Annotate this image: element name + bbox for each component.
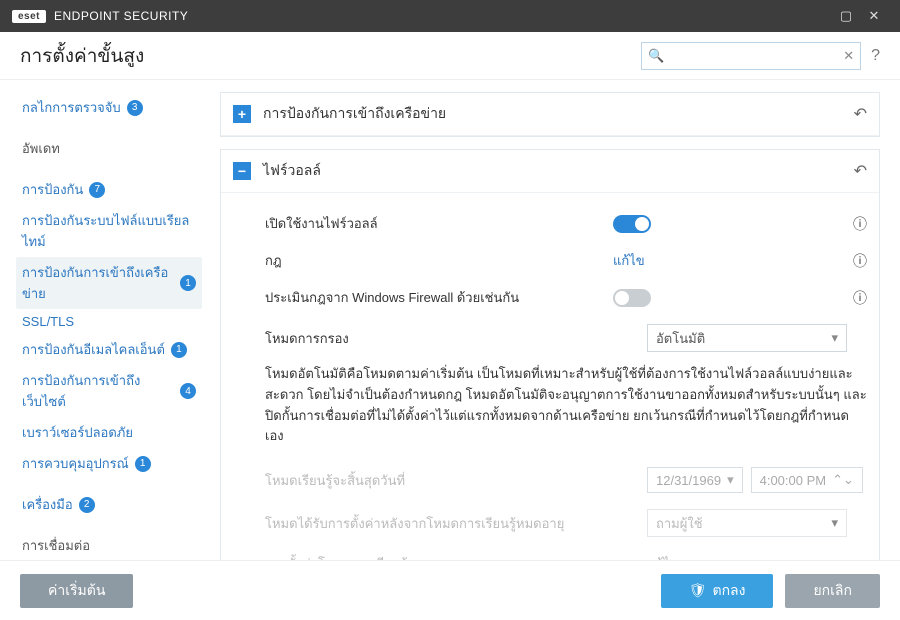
row-after-learn-mode: โหมดได้รับการตั้งค่าหลังจากโหมดการเรียนร… <box>265 501 867 545</box>
sidebar-item-tools[interactable]: เครื่องมือ 2 <box>16 489 202 520</box>
cancel-button[interactable]: ยกเลิก <box>785 574 880 608</box>
row-rules: กฎ แก้ไข ⓘ <box>265 242 867 279</box>
label: โหมดการกรอง <box>265 328 635 349</box>
label: กฎ <box>265 250 601 271</box>
date-value: 12/31/1969 <box>656 473 721 488</box>
default-button[interactable]: ค่าเริ่มต้น <box>20 574 133 608</box>
stepper-icon: ⌃⌄ <box>832 472 854 488</box>
search-input[interactable] <box>664 48 843 63</box>
sidebar-item-web-access[interactable]: การป้องกันการเข้าถึงเว็บไซต์ 4 <box>16 365 202 417</box>
sidebar-item-connection[interactable]: การเชื่อมต่อ <box>16 530 202 560</box>
label: เปิดใช้งานไฟร์วอลล์ <box>265 213 601 234</box>
chevron-down-icon: ▾ <box>727 472 734 488</box>
sidebar-item-label: การป้องกันอีเมลไคลเอ็นต์ <box>22 339 165 360</box>
footer: ค่าเริ่มต้น 🛡 ตกลง ยกเลิก <box>0 560 900 620</box>
sidebar-item-label: เครื่องมือ <box>22 494 73 515</box>
sidebar-badge: 3 <box>127 100 143 116</box>
sidebar-item-secure-browser[interactable]: เบราว์เซอร์ปลอดภัย <box>16 417 202 448</box>
sidebar-item-protection[interactable]: การป้องกัน 7 <box>16 174 202 205</box>
sidebar-badge: 2 <box>79 497 95 513</box>
sidebar-item-label: การเชื่อมต่อ <box>22 535 90 556</box>
label: โหมดเรียนรู้จะสิ้นสุดวันที่ <box>265 470 635 491</box>
help-icon[interactable]: ? <box>871 47 880 65</box>
sidebar-badge: 4 <box>180 383 196 399</box>
search-box[interactable]: 🔍 ✕ <box>641 42 861 70</box>
sidebar: กลไกการตรวจจับ 3 อัพเดท การป้องกัน 7 การ… <box>0 80 210 560</box>
sidebar-item-network-access[interactable]: การป้องกันการเข้าถึงเครือข่าย 1 <box>16 257 202 309</box>
select-value: อัตโนมัติ <box>656 328 705 349</box>
collapse-icon[interactable]: − <box>233 162 251 180</box>
shield-icon: 🛡 <box>689 582 707 599</box>
brand-text: ENDPOINT SECURITY <box>54 9 188 23</box>
sidebar-badge: 1 <box>171 342 187 358</box>
chevron-down-icon: ▾ <box>831 515 838 531</box>
sidebar-badge: 1 <box>180 275 196 291</box>
sidebar-item-label: การป้องกันการเข้าถึงเครือข่าย <box>22 262 174 304</box>
row-eval-windows-firewall: ประเมินกฎจาก Windows Firewall ด้วยเช่นกั… <box>265 279 867 316</box>
panel-title: การป้องกันการเข้าถึงเครือข่าย <box>263 103 842 125</box>
after-learn-select: ถามผู้ใช้ ▾ <box>647 509 847 537</box>
sidebar-badge: 1 <box>135 456 151 472</box>
row-enable-firewall: เปิดใช้งานไฟร์วอลล์ ⓘ <box>265 205 867 242</box>
learn-end-date-input: 12/31/1969 ▾ <box>647 467 743 493</box>
sidebar-item-label: การป้องกัน <box>22 179 83 200</box>
sidebar-item-label: การควบคุมอุปกรณ์ <box>22 453 129 474</box>
sidebar-item-detection-engine[interactable]: กลไกการตรวจจับ 3 <box>16 92 202 123</box>
sidebar-item-email-client[interactable]: การป้องกันอีเมลไคลเอ็นต์ 1 <box>16 334 202 365</box>
ok-label: ตกลง <box>712 580 745 602</box>
undo-icon[interactable]: ↶ <box>854 161 867 181</box>
row-filter-mode: โหมดการกรอง อัตโนมัติ ▾ <box>265 316 867 360</box>
label: ประเมินกฎจาก Windows Firewall ด้วยเช่นกั… <box>265 287 601 308</box>
titlebar: eset ENDPOINT SECURITY ▢ ✕ <box>0 0 900 32</box>
sidebar-item-label: อัพเดท <box>22 138 60 159</box>
panel-firewall: − ไฟร์วอลล์ ↶ เปิดใช้งานไฟร์วอลล์ ⓘ กฎ แ… <box>220 149 880 560</box>
label: การตั้งค่าโหมดการเรียนรู้ <box>265 553 635 560</box>
chevron-down-icon: ▾ <box>831 330 838 346</box>
info-icon[interactable]: ⓘ <box>853 214 867 234</box>
page-title: การตั้งค่าขั้นสูง <box>20 41 144 71</box>
label: โหมดได้รับการตั้งค่าหลังจากโหมดการเรียนร… <box>265 513 635 534</box>
sidebar-item-label: เบราว์เซอร์ปลอดภัย <box>22 422 133 443</box>
undo-icon[interactable]: ↶ <box>854 104 867 124</box>
expand-icon[interactable]: + <box>233 105 251 123</box>
ok-button[interactable]: 🛡 ตกลง <box>661 574 774 608</box>
row-learn-end-date: โหมดเรียนรู้จะสิ้นสุดวันที่ 12/31/1969 ▾… <box>265 459 867 501</box>
search-icon: 🔍 <box>648 48 664 64</box>
info-icon[interactable]: ⓘ <box>853 288 867 308</box>
filter-mode-description: โหมดอัตโนมัติคือโหมดตามค่าเริ่มต้น เป็นโ… <box>265 360 867 459</box>
toggle-eval-windows-firewall[interactable] <box>613 289 651 307</box>
window-maximize-icon[interactable]: ▢ <box>832 2 860 30</box>
time-value: 4:00:00 PM <box>760 473 827 488</box>
brand: eset ENDPOINT SECURITY <box>12 9 188 23</box>
sidebar-item-label: SSL/TLS <box>22 314 74 329</box>
sidebar-item-ssltls[interactable]: SSL/TLS <box>16 309 202 334</box>
select-value: ถามผู้ใช้ <box>656 513 703 534</box>
brand-logo: eset <box>12 10 46 23</box>
learn-end-time-input: 4:00:00 PM ⌃⌄ <box>751 467 863 493</box>
info-icon[interactable]: ⓘ <box>853 251 867 271</box>
edit-rules-link[interactable]: แก้ไข <box>613 250 645 271</box>
sidebar-item-label: กลไกการตรวจจับ <box>22 97 121 118</box>
sidebar-item-label: การป้องกันระบบไฟล์แบบเรียลไทม์ <box>22 210 196 252</box>
row-learn-settings: การตั้งค่าโหมดการเรียนรู้ แก้ไข <box>265 545 867 560</box>
content: + การป้องกันการเข้าถึงเครือข่าย ↶ − ไฟร์… <box>210 80 900 560</box>
sidebar-item-realtime-fs[interactable]: การป้องกันระบบไฟล์แบบเรียลไทม์ <box>16 205 202 257</box>
header: การตั้งค่าขั้นสูง 🔍 ✕ ? <box>0 32 900 80</box>
learn-settings-link: แก้ไข <box>647 553 679 560</box>
sidebar-item-label: การป้องกันการเข้าถึงเว็บไซต์ <box>22 370 174 412</box>
window-close-icon[interactable]: ✕ <box>860 2 888 30</box>
filter-mode-select[interactable]: อัตโนมัติ ▾ <box>647 324 847 352</box>
sidebar-item-device-control[interactable]: การควบคุมอุปกรณ์ 1 <box>16 448 202 479</box>
panel-title: ไฟร์วอลล์ <box>263 160 842 182</box>
panel-network-access: + การป้องกันการเข้าถึงเครือข่าย ↶ <box>220 92 880 137</box>
sidebar-badge: 7 <box>89 182 105 198</box>
clear-search-icon[interactable]: ✕ <box>843 48 854 64</box>
sidebar-item-update[interactable]: อัพเดท <box>16 133 202 164</box>
toggle-enable-firewall[interactable] <box>613 215 651 233</box>
